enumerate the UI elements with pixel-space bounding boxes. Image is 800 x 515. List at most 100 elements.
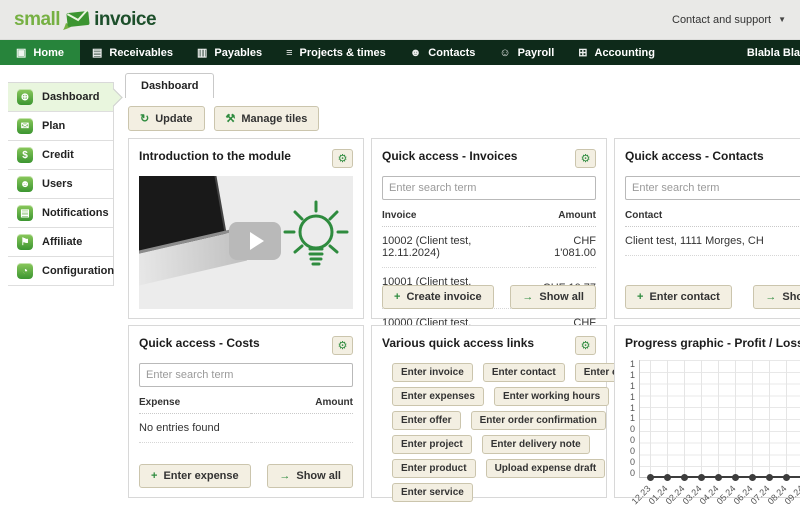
invoices-search-input[interactable] xyxy=(382,176,596,200)
y-tick-label: 1 xyxy=(630,404,635,413)
tile-settings-gear-icon[interactable]: ⚙ xyxy=(575,336,596,355)
tile-settings-gear-icon[interactable]: ⚙ xyxy=(575,149,596,168)
tile-settings-gear-icon[interactable]: ⚙ xyxy=(332,149,353,168)
affiliate-icon: ⚑ xyxy=(17,234,33,250)
quick-link-button[interactable]: Enter product xyxy=(392,459,476,478)
y-tick-label: 0 xyxy=(630,425,635,434)
quick-link-button[interactable]: Enter contact xyxy=(483,363,565,382)
quick-link-button[interactable]: Enter offer xyxy=(392,411,461,430)
enter-expense-button[interactable]: + Enter expense xyxy=(139,464,251,488)
show-all-costs-button[interactable]: → Show all xyxy=(267,464,353,488)
chart-y-axis: 11111100000 xyxy=(625,360,639,478)
sidebar-label-users: Users xyxy=(42,178,73,190)
quick-link-button[interactable]: Enter order confirmation xyxy=(471,411,606,430)
contacts-icon: ☻ xyxy=(410,47,422,59)
contacts-search-input[interactable] xyxy=(625,176,800,200)
app-logo[interactable]: small invoice xyxy=(14,9,156,31)
sidebar-label-plan: Plan xyxy=(42,120,65,132)
costs-col-amount: Amount xyxy=(251,391,354,414)
tile-title-invoices: Quick access - Invoices xyxy=(382,149,517,163)
sidebar-item-users[interactable]: ☻ Users xyxy=(8,170,113,199)
contacts-col-contact: Contact xyxy=(625,204,800,227)
enter-contact-label: Enter contact xyxy=(649,291,719,303)
accounting-icon: ⊞ xyxy=(578,46,587,59)
y-tick-label: 1 xyxy=(630,414,635,423)
quick-link-button[interactable]: Enter service xyxy=(392,483,473,502)
table-row[interactable]: Client test, 1111 Morges, CH xyxy=(625,227,800,256)
quick-link-button[interactable]: Enter working hours xyxy=(494,387,609,406)
create-invoice-button[interactable]: + Create invoice xyxy=(382,285,494,309)
sidebar-item-credit[interactable]: $ Credit xyxy=(8,141,113,170)
y-tick-label: 1 xyxy=(630,360,635,369)
lightbulb-icon xyxy=(283,194,349,291)
invoice-amount: CHF 1'081.00 xyxy=(529,227,596,268)
update-button[interactable]: ↻ Update xyxy=(128,106,205,131)
quick-link-button[interactable]: Enter delivery note xyxy=(482,435,590,454)
update-label: Update xyxy=(155,113,192,125)
contact-support-label: Contact and support xyxy=(672,14,771,26)
quick-link-button[interactable]: Enter expenses xyxy=(392,387,484,406)
tile-quick-access-links: Various quick access links ⚙ Enter invoi… xyxy=(371,325,607,498)
show-all-contacts-button[interactable]: → Show all xyxy=(753,285,800,309)
home-icon: ▣ xyxy=(16,46,26,59)
costs-search-input[interactable] xyxy=(139,363,353,387)
invoices-col-invoice: Invoice xyxy=(382,204,529,227)
configuration-icon: ◔ xyxy=(17,263,33,279)
nav-label-home: Home xyxy=(33,47,64,59)
sidebar-item-plan[interactable]: ✉ Plan xyxy=(8,112,113,141)
nav-item-payroll[interactable]: ☺ Payroll xyxy=(487,40,566,65)
sidebar-label-credit: Credit xyxy=(42,149,74,161)
quick-links-rows: Enter invoiceEnter contactEnter expenseE… xyxy=(382,363,596,502)
play-button[interactable] xyxy=(229,222,281,260)
show-all-label: Show all xyxy=(782,291,800,303)
nav-item-accounting[interactable]: ⊞ Accounting xyxy=(566,40,667,65)
chevron-down-icon: ▼ xyxy=(778,15,786,24)
tab-dashboard[interactable]: Dashboard xyxy=(125,73,214,98)
sidebar-label-dashboard: Dashboard xyxy=(42,91,99,103)
wrench-icon: ⚒ xyxy=(226,112,236,125)
chart-point xyxy=(681,474,688,481)
invoice-label: 10002 (Client test, 12.11.2024) xyxy=(382,227,529,268)
user-menu[interactable]: Blabla Bla xyxy=(747,40,800,65)
quick-link-button[interactable]: Enter invoice xyxy=(392,363,473,382)
y-tick-label: 1 xyxy=(630,371,635,380)
show-all-label: Show all xyxy=(296,470,341,482)
quick-link-button[interactable]: Enter project xyxy=(392,435,472,454)
sidebar-item-notifications[interactable]: ▤ Notifications xyxy=(8,199,113,228)
manage-tiles-label: Manage tiles xyxy=(241,113,307,125)
create-invoice-label: Create invoice xyxy=(406,291,481,303)
tile-quick-access-invoices: Quick access - Invoices ⚙ Invoice Amount… xyxy=(371,138,607,319)
nav-item-contacts[interactable]: ☻ Contacts xyxy=(398,40,488,65)
notifications-icon: ▤ xyxy=(17,205,33,221)
quick-link-button[interactable]: Upload expense draft xyxy=(486,459,606,478)
table-row[interactable]: 10002 (Client test, 12.11.2024) CHF 1'08… xyxy=(382,227,596,268)
nav-item-payables[interactable]: ▥ Payables xyxy=(185,40,274,65)
nav-item-home[interactable]: ▣ Home xyxy=(0,40,80,65)
y-tick-label: 0 xyxy=(630,447,635,456)
video-thumbnail[interactable] xyxy=(139,176,353,309)
contact-support-menu[interactable]: Contact and support ▼ xyxy=(672,14,786,26)
tile-settings-gear-icon[interactable]: ⚙ xyxy=(332,336,353,355)
invoices-col-amount: Amount xyxy=(529,204,596,227)
refresh-icon: ↻ xyxy=(140,112,149,125)
arrow-right-icon: → xyxy=(279,470,290,482)
enter-contact-button[interactable]: + Enter contact xyxy=(625,285,732,309)
manage-tiles-button[interactable]: ⚒ Manage tiles xyxy=(214,106,320,131)
chart-point xyxy=(783,474,790,481)
profit-loss-chart: 11111100000 xyxy=(625,360,800,478)
dashboard-toolbar: ↻ Update ⚒ Manage tiles xyxy=(128,106,319,131)
sidebar-item-affiliate[interactable]: ⚑ Affiliate xyxy=(8,228,113,257)
plan-icon: ✉ xyxy=(17,118,33,134)
nav-item-receivables[interactable]: ▤ Receivables xyxy=(80,40,185,65)
sidebar-item-dashboard[interactable]: ⊕ Dashboard xyxy=(8,83,113,112)
projects-times-icon: ≡ xyxy=(286,47,292,59)
sidebar: ⊕ Dashboard ✉ Plan $ Credit ☻ Users ▤ No… xyxy=(8,82,114,286)
nav-item-projects-times[interactable]: ≡ Projects & times xyxy=(274,40,398,65)
payables-icon: ▥ xyxy=(197,46,207,59)
chart-point xyxy=(647,474,654,481)
show-all-invoices-button[interactable]: → Show all xyxy=(510,285,596,309)
sidebar-item-configuration[interactable]: ◔ Configuration xyxy=(8,257,113,286)
chart-point xyxy=(664,474,671,481)
chart-point xyxy=(749,474,756,481)
y-tick-label: 1 xyxy=(630,382,635,391)
